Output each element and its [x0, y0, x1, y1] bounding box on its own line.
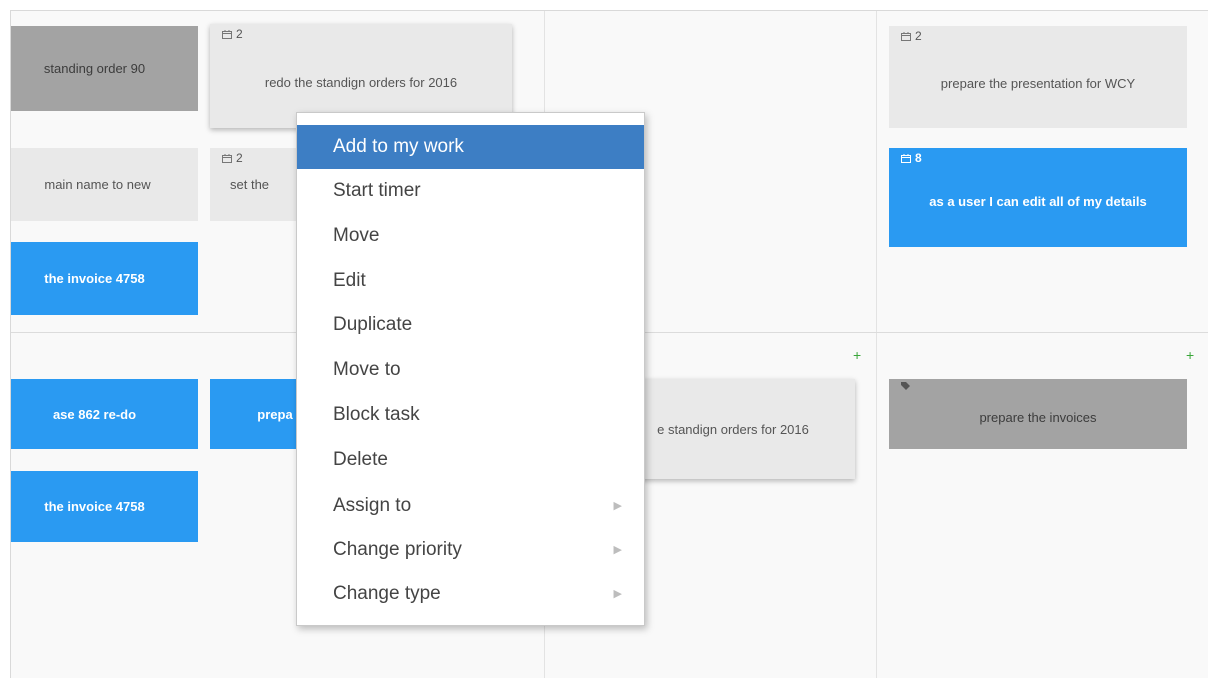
calendar-icon — [222, 153, 232, 163]
menu-item-change-priority[interactable]: Change priority ▶ — [297, 528, 644, 572]
menu-item-label: Duplicate — [333, 314, 413, 335]
task-card[interactable]: 8 as a user I can edit all of my details — [889, 148, 1187, 247]
task-card-title: set the — [230, 177, 270, 192]
task-card-title: the invoice 4758 — [44, 499, 145, 514]
task-card[interactable]: the invoice 4758 — [11, 471, 198, 542]
task-card-title: redo the standign orders for 2016 — [264, 74, 458, 90]
task-card-title: prepare the presentation for WCY — [940, 75, 1136, 91]
task-card-meta: 8 — [901, 151, 922, 165]
menu-item-label: Change priority — [333, 539, 462, 560]
menu-item-add-to-my-work[interactable]: Add to my work — [297, 125, 644, 169]
task-card[interactable]: the invoice 4758 — [11, 242, 198, 315]
column-divider — [876, 11, 877, 678]
task-card-title: the invoice 4758 — [44, 271, 145, 286]
menu-item-duplicate[interactable]: Duplicate — [297, 303, 644, 347]
task-card-meta: 2 — [901, 29, 922, 43]
calendar-icon — [901, 31, 911, 41]
menu-item-label: Block task — [333, 404, 420, 425]
menu-item-label: Move to — [333, 359, 401, 380]
menu-item-change-type[interactable]: Change type ▶ — [297, 572, 644, 616]
menu-item-edit[interactable]: Edit — [297, 259, 644, 303]
calendar-icon — [901, 153, 911, 163]
task-card-meta: 2 — [222, 151, 243, 165]
submenu-arrow-icon: ▶ — [613, 544, 622, 556]
menu-item-delete[interactable]: Delete — [297, 438, 644, 482]
menu-item-label: Edit — [333, 270, 366, 291]
menu-item-label: Move — [333, 225, 380, 246]
task-card-count: 2 — [236, 27, 243, 41]
menu-item-move-to[interactable]: Move to — [297, 348, 644, 392]
task-card[interactable]: ase 862 re-do — [11, 379, 198, 449]
task-card[interactable]: standing order 90 — [11, 26, 198, 111]
task-card-title: as a user I can edit all of my details — [929, 194, 1147, 209]
task-card-count: 2 — [915, 29, 922, 43]
menu-item-label: Start timer — [333, 180, 421, 201]
task-card-title: prepa — [257, 406, 293, 422]
menu-item-block-task[interactable]: Block task — [297, 393, 644, 437]
submenu-arrow-icon: ▶ — [613, 500, 622, 512]
calendar-icon — [222, 29, 232, 39]
menu-item-move[interactable]: Move — [297, 214, 644, 258]
add-card-plus-icon[interactable]: + — [1186, 348, 1194, 362]
task-card-title: prepare the invoices — [979, 409, 1097, 425]
task-card-meta — [901, 382, 910, 391]
task-card-meta: 2 — [222, 27, 243, 41]
task-card[interactable]: prepare the invoices — [889, 379, 1187, 449]
task-card-title: ase 862 re-do — [52, 406, 137, 422]
menu-item-assign-to[interactable]: Assign to ▶ — [297, 484, 644, 528]
task-context-menu: Add to my work Start timer Move Edit Dup… — [296, 112, 645, 626]
task-card-count: 2 — [236, 151, 243, 165]
task-card-title: standing order 90 — [43, 61, 146, 76]
submenu-arrow-icon: ▶ — [613, 588, 622, 600]
menu-item-label: Delete — [333, 449, 388, 470]
tag-icon — [901, 382, 910, 390]
task-card[interactable]: main name to new — [11, 148, 198, 221]
menu-item-start-timer[interactable]: Start timer — [297, 169, 644, 213]
add-card-plus-icon[interactable]: + — [853, 348, 861, 362]
menu-item-label: Change type — [333, 583, 441, 604]
menu-item-label: Assign to — [333, 495, 412, 516]
task-card[interactable]: 2 prepare the presentation for WCY — [889, 26, 1187, 128]
task-card-count: 8 — [915, 151, 922, 165]
menu-item-label: Add to my work — [333, 136, 464, 157]
task-card-title: main name to new — [44, 177, 151, 192]
